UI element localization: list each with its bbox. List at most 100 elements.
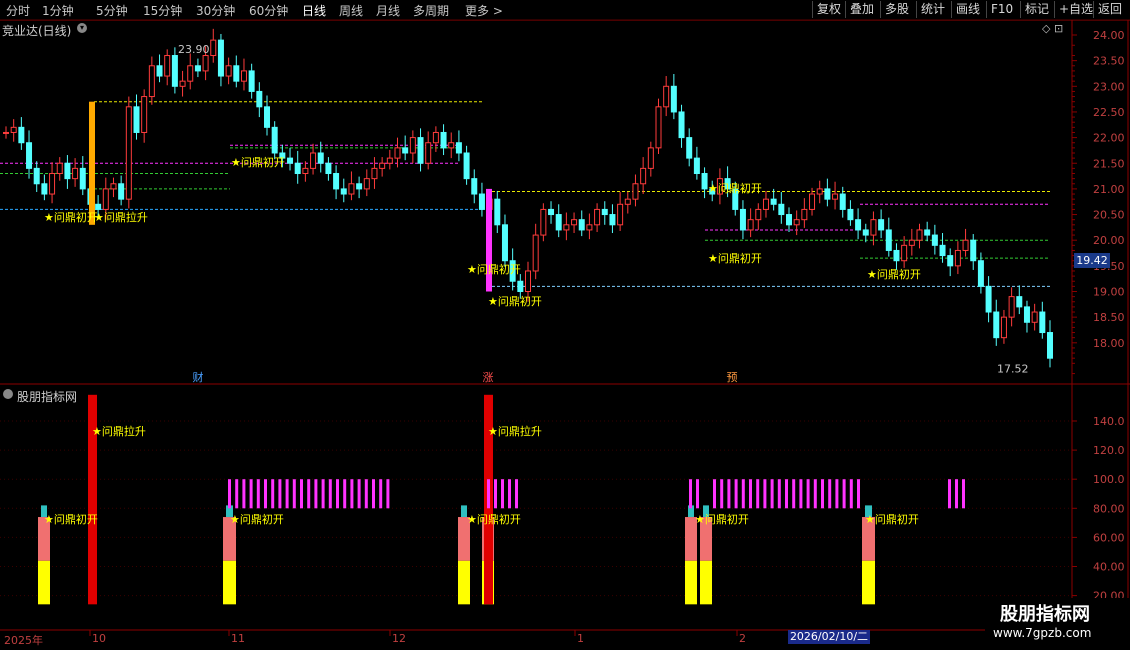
candle-body	[1008, 296, 1015, 318]
signal-bar-base	[38, 560, 50, 605]
candle-body	[294, 162, 301, 175]
tab-60min[interactable]: 60分钟	[249, 2, 288, 19]
y-tick-label: 20.50	[1093, 209, 1125, 222]
comb-bar	[256, 479, 260, 509]
signal-bar-mid	[223, 517, 236, 561]
chevron-down-icon[interactable]	[3, 389, 13, 399]
indicator-title: 股朋指标网	[17, 390, 78, 404]
comb-bar	[962, 479, 965, 509]
mark-button[interactable]: 标记	[1020, 1, 1053, 18]
tab-1min[interactable]: 1分钟	[42, 2, 74, 19]
tab-daily[interactable]: 日线	[302, 2, 326, 19]
candle-body	[747, 219, 754, 231]
comb-bar	[734, 479, 738, 509]
candle-body	[133, 106, 140, 133]
signal-bar-top	[688, 505, 694, 518]
candle-body	[716, 178, 723, 195]
candle-body	[832, 193, 839, 200]
signal-bar-top	[226, 505, 233, 518]
draw-line-button[interactable]: 画线	[951, 1, 984, 18]
low-price-label: 17.52	[997, 362, 1029, 375]
comb-bar	[328, 479, 332, 509]
comb-bar	[828, 479, 832, 509]
event-marker-limitup[interactable]: 涨	[481, 371, 495, 384]
tab-monthly[interactable]: 月线	[376, 2, 400, 19]
x-label-2025: 2025年	[4, 634, 43, 647]
y-tick-label: 18.00	[1093, 337, 1125, 350]
ind-signal-label: ★问鼎初开	[44, 512, 98, 526]
event-marker-forecast[interactable]: 预	[725, 371, 739, 384]
signal-label: ★问鼎初开	[867, 267, 921, 281]
candle-body	[256, 90, 263, 108]
candle-body	[271, 126, 278, 154]
ind-y-label: 60.00	[1093, 531, 1125, 544]
ind-signal-label: ★问鼎初开	[230, 512, 284, 526]
chevron-down-icon[interactable]: ▾	[77, 23, 87, 33]
tab-multi-period[interactable]: 多周期	[413, 2, 449, 19]
candle-body	[809, 193, 816, 210]
candle-body	[793, 219, 800, 226]
candle-body	[1023, 306, 1030, 323]
candle-body	[248, 70, 255, 92]
candle-body	[417, 137, 424, 164]
y-tick-label: 23.50	[1093, 55, 1125, 68]
candle-body	[432, 131, 439, 144]
multi-stock-button[interactable]: 多股	[880, 1, 913, 18]
back-button[interactable]: 返回	[1093, 1, 1126, 18]
stats-button[interactable]: 统计	[916, 1, 949, 18]
ind-y-label: 120.0	[1093, 444, 1125, 457]
candle-body	[87, 188, 94, 205]
tab-5min[interactable]: 5分钟	[96, 2, 128, 19]
tab-15min[interactable]: 15分钟	[143, 2, 182, 19]
signal-label: ★问鼎初开	[708, 181, 762, 195]
candle-body-highlight	[89, 101, 95, 225]
candle-body	[1031, 311, 1038, 323]
comb-bar	[689, 479, 692, 509]
watermark-url: www.7gpzb.com	[993, 626, 1092, 640]
candle-body	[141, 96, 148, 133]
fuquan-button[interactable]: 复权	[812, 1, 845, 18]
candle-body	[770, 198, 777, 205]
candle-body	[333, 173, 340, 190]
current-price-tag: 19.42	[1074, 253, 1110, 268]
signal-label: ★问鼎拉升	[94, 210, 148, 224]
candle-body	[655, 106, 662, 149]
tab-weekly[interactable]: 周线	[339, 2, 363, 19]
ind-signal-label: ★问鼎初开	[865, 512, 919, 526]
comb-bar	[386, 479, 390, 509]
chart-canvas[interactable]: 24.00 23.50 23.00 22.50 22.00 21.50 21.00 20.50…	[0, 0, 1130, 650]
candle-body	[478, 193, 485, 210]
candle-body	[64, 162, 71, 180]
candle-body	[440, 131, 447, 149]
signal-bar-mid	[38, 517, 50, 561]
candle-body	[647, 147, 654, 169]
tab-fenshi[interactable]: 分时	[6, 2, 30, 19]
candle-body	[532, 234, 539, 272]
f10-button[interactable]: F10	[986, 1, 1017, 18]
overlay-button[interactable]: 叠加	[845, 1, 878, 18]
ind-y-label: 100.0	[1093, 473, 1125, 486]
comb-bar	[278, 479, 282, 509]
comb-bar	[955, 479, 958, 509]
signal-bar-mid	[700, 517, 712, 561]
candle-body	[701, 173, 708, 190]
add-watchlist-button[interactable]: +自选	[1054, 1, 1097, 18]
candle-body	[371, 167, 378, 180]
candle-body	[678, 111, 685, 139]
comb-bar	[292, 479, 296, 509]
event-marker-finance[interactable]: 财	[191, 371, 205, 384]
signal-bar-base	[862, 560, 875, 605]
panel-icons[interactable]: ◇ ⊡	[1042, 22, 1063, 35]
candle-body	[202, 55, 209, 72]
comb-bar	[785, 479, 788, 509]
tab-30min[interactable]: 30分钟	[196, 2, 235, 19]
signal-bar-base	[458, 560, 470, 605]
candle-body	[970, 239, 977, 262]
tab-more[interactable]: 更多 >	[465, 2, 503, 19]
comb-bar	[777, 479, 781, 509]
comb-bar	[508, 479, 511, 509]
comb-bar	[713, 479, 716, 509]
candle-body	[993, 311, 1000, 339]
comb-bar	[749, 479, 752, 509]
y-tick-label: 21.50	[1093, 157, 1125, 170]
